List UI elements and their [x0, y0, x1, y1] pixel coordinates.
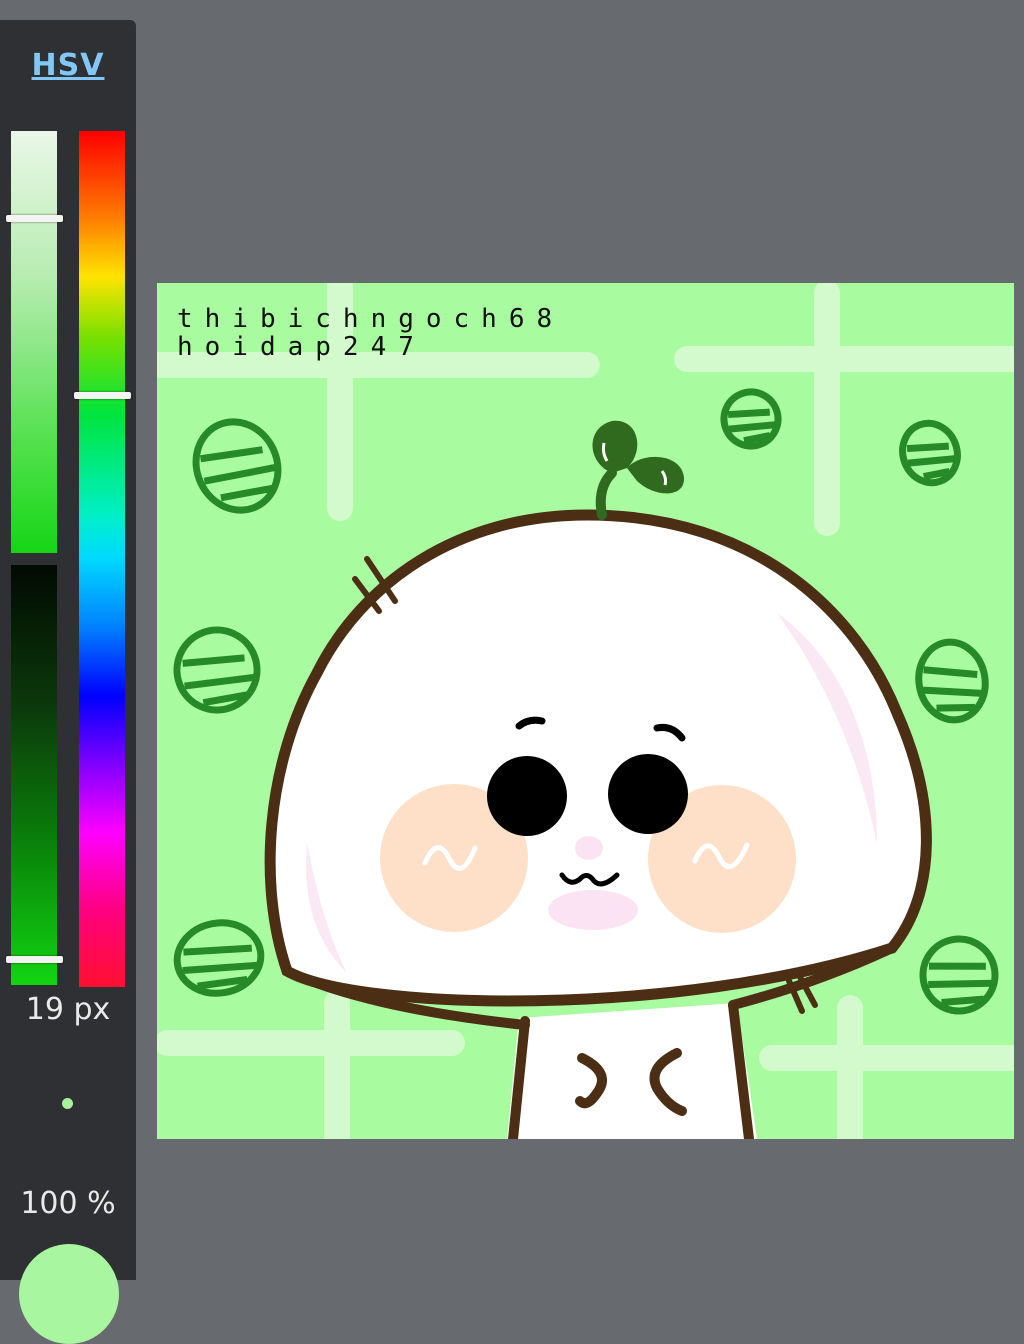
current-color-swatch[interactable]: [19, 1244, 119, 1344]
artwork: [157, 283, 1014, 1139]
left-eye: [487, 756, 567, 836]
right-eye: [608, 754, 688, 834]
hue-slider-handle[interactable]: [74, 392, 131, 399]
watermark-line-2: hoidap247: [177, 332, 426, 362]
brush-size-label[interactable]: 19 px: [0, 992, 136, 1027]
value-slider[interactable]: [11, 565, 57, 985]
brush-size-preview: [62, 1098, 73, 1109]
drawing-canvas[interactable]: thibichngoch68 hoidap247: [157, 283, 1014, 1139]
sprout-leaf-right: [627, 456, 685, 494]
hue-slider[interactable]: [79, 131, 125, 987]
character-body: [507, 1003, 757, 1139]
opacity-label[interactable]: 100 %: [0, 1186, 136, 1221]
saturation-slider-handle[interactable]: [6, 215, 63, 222]
hsv-mode-tab[interactable]: HSV: [0, 48, 136, 83]
watermark-line-1: thibichngoch68: [177, 304, 565, 334]
color-panel: HSV 19 px 100 %: [0, 20, 136, 1344]
value-slider-handle[interactable]: [6, 956, 63, 963]
saturation-slider[interactable]: [11, 131, 57, 553]
